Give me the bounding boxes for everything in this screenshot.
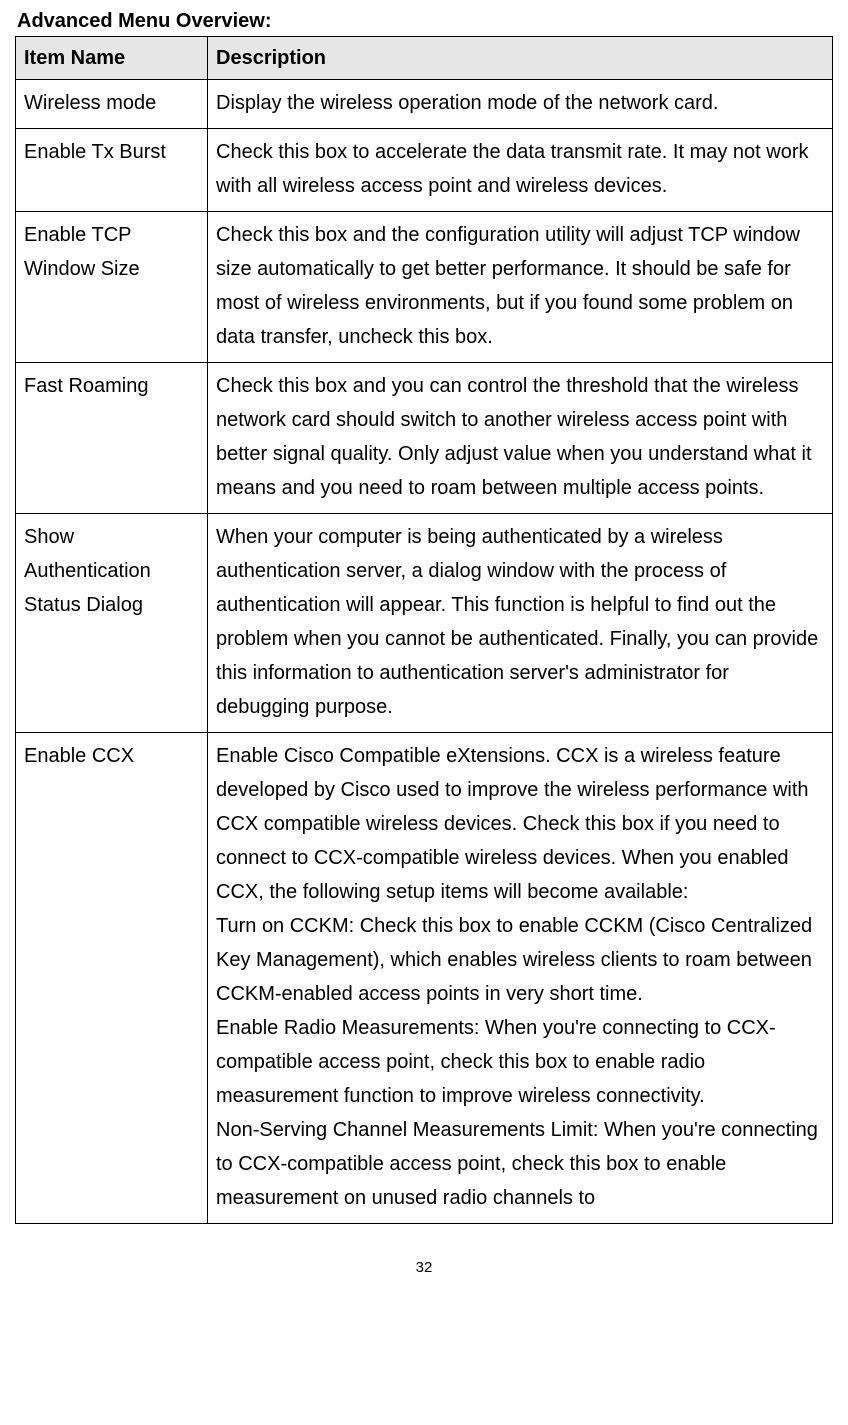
table-row: Show Authentication Status Dialog When y… <box>16 514 833 733</box>
table-row: Enable Tx Burst Check this box to accele… <box>16 129 833 212</box>
cell-item-name: Fast Roaming <box>16 363 208 514</box>
cell-description: Enable Cisco Compatible eXtensions. CCX … <box>208 733 833 1224</box>
table-row: Enable CCX Enable Cisco Compatible eXten… <box>16 733 833 1224</box>
cell-description: Display the wireless operation mode of t… <box>208 80 833 129</box>
cell-description: Check this box and the configuration uti… <box>208 212 833 363</box>
header-description: Description <box>208 37 833 80</box>
cell-item-name: Enable Tx Burst <box>16 129 208 212</box>
cell-item-name: Enable CCX <box>16 733 208 1224</box>
page-number: 32 <box>15 1259 833 1276</box>
cell-description: Check this box and you can control the t… <box>208 363 833 514</box>
cell-item-name: Enable TCP Window Size <box>16 212 208 363</box>
cell-description: When your computer is being authenticate… <box>208 514 833 733</box>
cell-item-name: Wireless mode <box>16 80 208 129</box>
table-row: Wireless mode Display the wireless opera… <box>16 80 833 129</box>
cell-item-name: Show Authentication Status Dialog <box>16 514 208 733</box>
table-row: Fast Roaming Check this box and you can … <box>16 363 833 514</box>
header-item-name: Item Name <box>16 37 208 80</box>
table-header-row: Item Name Description <box>16 37 833 80</box>
table-row: Enable TCP Window Size Check this box an… <box>16 212 833 363</box>
cell-description: Check this box to accelerate the data tr… <box>208 129 833 212</box>
section-title: Advanced Menu Overview: <box>15 10 833 33</box>
overview-table: Item Name Description Wireless mode Disp… <box>15 36 833 1224</box>
